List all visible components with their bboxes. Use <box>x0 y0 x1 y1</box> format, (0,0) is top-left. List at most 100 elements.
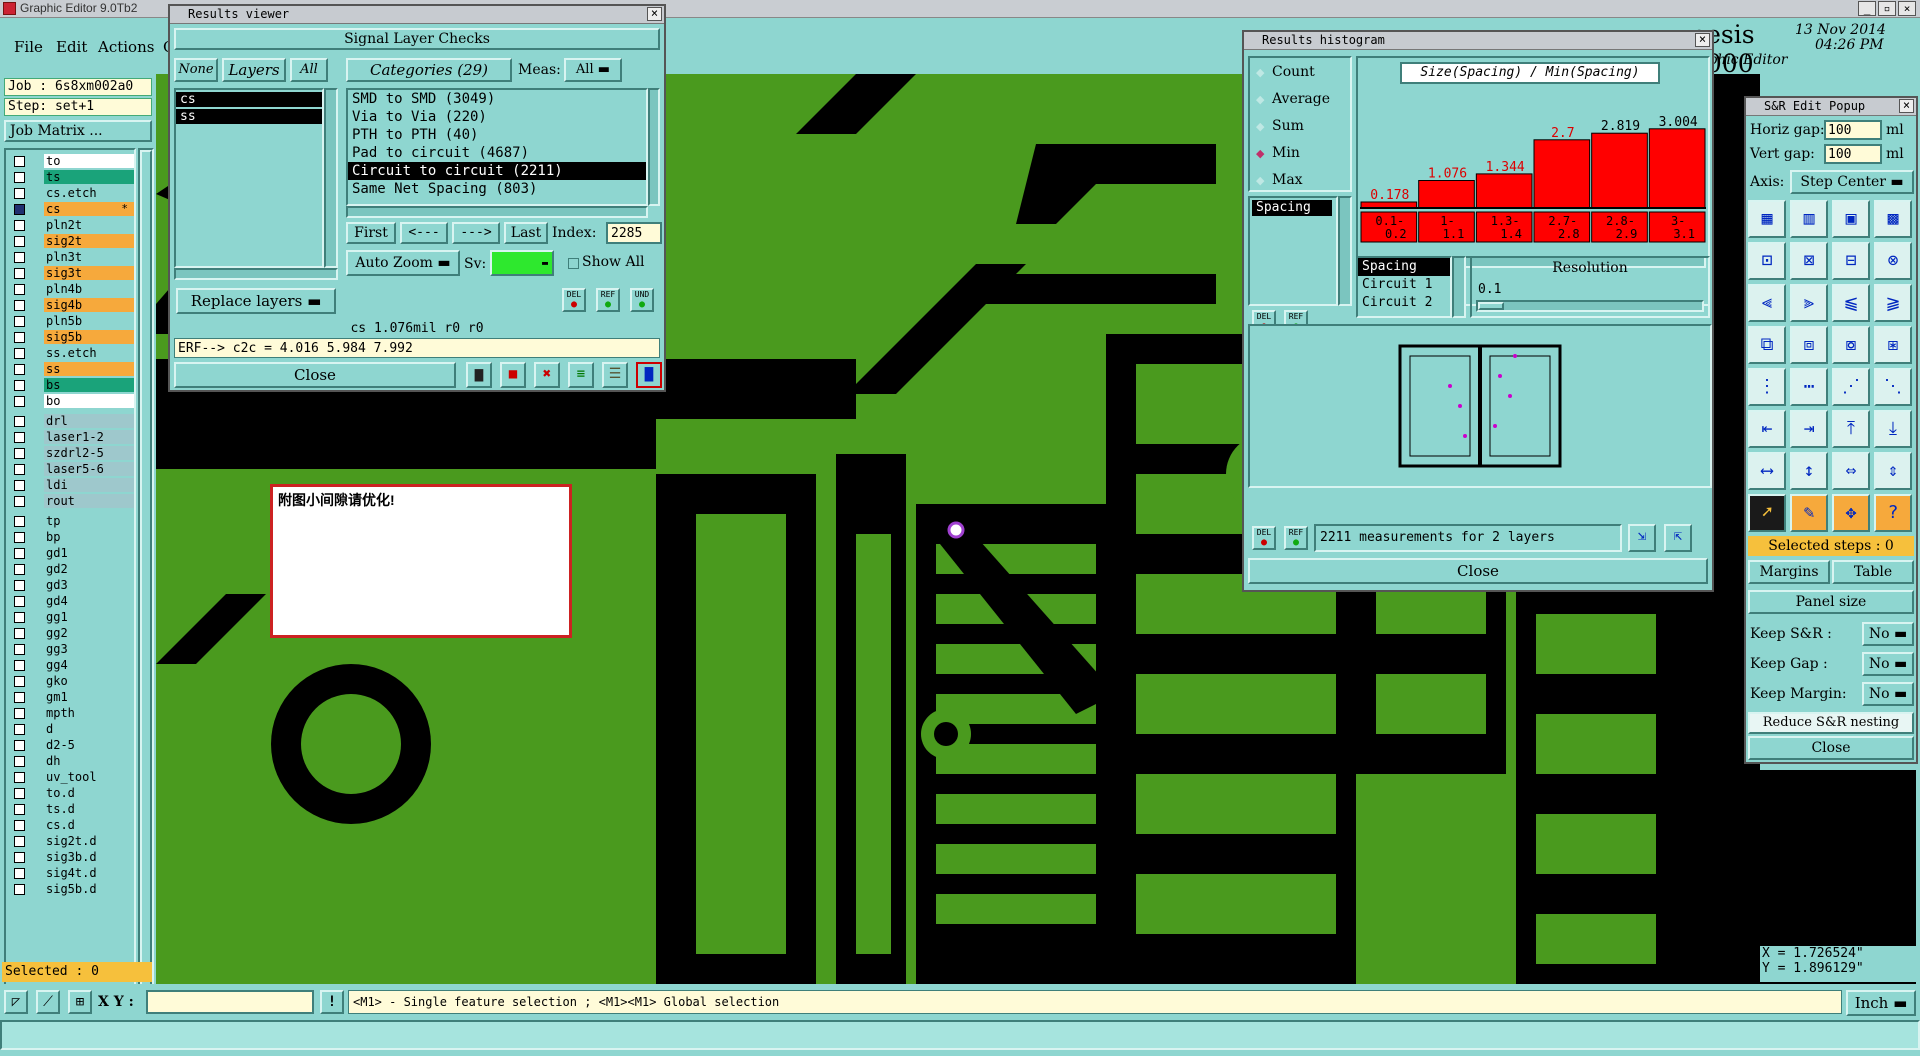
layer-checkbox[interactable] <box>14 580 25 591</box>
layer-name[interactable]: ts <box>44 170 134 184</box>
list-numbers-icon[interactable]: ≡ <box>568 362 594 388</box>
layer-name[interactable]: bo <box>44 394 134 408</box>
category-item[interactable]: Pad to circuit (4687) <box>348 144 646 162</box>
histogram-icon[interactable]: ▇ <box>636 362 662 388</box>
table-button[interactable]: Table <box>1832 560 1914 584</box>
histogram-close-icon[interactable]: × <box>1695 33 1710 47</box>
layer-row[interactable]: sig5b.d <box>12 882 134 896</box>
layer-row[interactable]: szdrl2-5 <box>12 446 134 460</box>
array-offset-icon[interactable]: ⊡ <box>1748 242 1786 280</box>
layer-checkbox[interactable] <box>14 532 25 543</box>
histogram-chart[interactable]: 0.178 0.1-0.2 1.076 1-1.1 1.344 1.3-1.4 2.7 2.7… <box>1360 88 1706 256</box>
layer-checkbox[interactable] <box>14 464 25 475</box>
layer-name[interactable]: laser5-6 <box>44 462 134 476</box>
layer-checkbox[interactable] <box>14 644 25 655</box>
layer-checkbox[interactable] <box>14 740 25 751</box>
layer-row[interactable]: gd3 <box>12 578 134 592</box>
stack-center-icon[interactable]: ⋯ <box>1790 368 1828 406</box>
category-item[interactable]: Via to Via (220) <box>348 108 646 126</box>
category-hscroll[interactable] <box>346 206 648 218</box>
layer-name[interactable]: ldi <box>44 478 134 492</box>
histogram-bar[interactable] <box>1533 139 1591 209</box>
left-list-vscroll[interactable] <box>1338 196 1352 306</box>
histogram-left-list[interactable]: Spacing <box>1248 196 1338 306</box>
arrow-up-icon[interactable]: ⤒ <box>1832 410 1870 448</box>
layer-row[interactable]: gd2 <box>12 562 134 576</box>
menu-file[interactable]: File <box>14 38 43 56</box>
layer-name[interactable]: gg3 <box>44 642 134 656</box>
edit-step-icon[interactable]: ✎ <box>1790 494 1828 532</box>
arrow-left-icon[interactable]: ⇤ <box>1748 410 1786 448</box>
mode-option-min[interactable]: ◆ Min <box>1256 145 1300 165</box>
layer-row[interactable]: sig5b <box>12 330 134 344</box>
layer-row[interactable]: sig2t <box>12 234 134 248</box>
layer-checkbox[interactable] <box>14 316 25 327</box>
layer-name[interactable]: cs.etch <box>44 186 134 200</box>
layer-name[interactable]: gg1 <box>44 610 134 624</box>
layer-name[interactable]: gm1 <box>44 690 134 704</box>
layer-row[interactable]: to.d <box>12 786 134 800</box>
highlight-icon[interactable]: ■ <box>500 362 526 388</box>
layer-name[interactable]: uv_tool <box>44 770 134 784</box>
align-arrow-icon[interactable]: ⫺ <box>1874 284 1912 322</box>
align-center-icon[interactable]: ⫸ <box>1790 284 1828 322</box>
attribute-item[interactable]: Spacing <box>1358 258 1450 276</box>
first-button[interactable]: First <box>346 222 396 244</box>
layer-row[interactable]: bp <box>12 530 134 544</box>
layer-checkbox[interactable] <box>14 156 25 167</box>
keep-gap-dropdown[interactable]: No ▬ <box>1862 652 1914 676</box>
layer-checkbox[interactable] <box>14 612 25 623</box>
replace-layers-dropdown[interactable]: Replace layers ▬ <box>176 288 336 314</box>
mode-option-average[interactable]: ◆ Average <box>1256 91 1330 111</box>
attribute-item[interactable]: Circuit 1 <box>1358 276 1450 294</box>
histogram-close-button[interactable]: Close <box>1248 558 1708 584</box>
mode-option-count[interactable]: ◆ Count <box>1256 64 1315 84</box>
layer-row[interactable]: gm1 <box>12 690 134 704</box>
layer-checkbox[interactable] <box>14 172 25 183</box>
meas-dropdown[interactable]: All ▬ <box>564 58 622 82</box>
layer-checkbox[interactable] <box>14 660 25 671</box>
results-viewer-titlebar[interactable]: Results viewer × <box>170 6 664 24</box>
layer-checkbox[interactable] <box>14 836 25 847</box>
spread-vert-icon[interactable]: ↕ <box>1790 452 1828 490</box>
stack-right-icon[interactable]: ⋰ <box>1832 368 1870 406</box>
layer-checkbox[interactable] <box>14 416 25 427</box>
category-item[interactable]: PTH to PTH (40) <box>348 126 646 144</box>
layer-name[interactable]: gg4 <box>44 658 134 672</box>
layer-row[interactable]: drl <box>12 414 134 428</box>
layer-name[interactable]: gd3 <box>44 578 134 592</box>
layer-checkbox[interactable] <box>14 432 25 443</box>
layer-row[interactable]: gko <box>12 674 134 688</box>
delete-step-icon[interactable]: ⊗ <box>1874 242 1912 280</box>
distribute-vert-2-icon[interactable]: ⧈ <box>1790 326 1828 364</box>
layer-checkbox[interactable] <box>14 724 25 735</box>
axis-dropdown[interactable]: Step Center ▬ <box>1790 170 1914 194</box>
layer-row[interactable]: ss.etch <box>12 346 134 360</box>
layer-checkbox[interactable] <box>14 480 25 491</box>
histogram-titlebar[interactable]: Results histogram × <box>1244 32 1712 50</box>
layer-name[interactable]: pln3t <box>44 250 134 264</box>
auto-zoom-dropdown[interactable]: Auto Zoom ▬ <box>346 250 460 276</box>
layer-name[interactable]: sig3b.d <box>44 850 134 864</box>
rotate-step-icon[interactable]: ⊟ <box>1832 242 1870 280</box>
results-layer-list[interactable]: cs ss <box>174 88 324 268</box>
restore-icon[interactable]: ▫ <box>1878 1 1896 16</box>
keep-sr-dropdown[interactable]: No ▬ <box>1862 622 1914 646</box>
layer-item-cs[interactable]: cs <box>176 92 322 107</box>
layer-checkbox[interactable] <box>14 268 25 279</box>
layer-name[interactable]: ss.etch <box>44 346 134 360</box>
layer-row[interactable]: rout <box>12 494 134 508</box>
layer-row[interactable]: gg4 <box>12 658 134 672</box>
histogram-bar[interactable] <box>1418 180 1475 209</box>
unit-dropdown[interactable]: Inch ▬ <box>1846 990 1916 1016</box>
layer-name[interactable]: tp <box>44 514 134 528</box>
layer-row[interactable]: laser5-6 <box>12 462 134 476</box>
category-item[interactable]: SMD to SMD (3049) <box>348 90 646 108</box>
distribute-vert-icon[interactable]: ⧉ <box>1748 326 1786 364</box>
layer-row[interactable]: pln3t <box>12 250 134 264</box>
layer-checkbox[interactable] <box>14 708 25 719</box>
layer-checkbox[interactable] <box>14 204 25 215</box>
layer-row[interactable]: sig3t <box>12 266 134 280</box>
layer-checkbox[interactable] <box>14 548 25 559</box>
sr-popup-close-button[interactable]: Close <box>1748 736 1914 760</box>
